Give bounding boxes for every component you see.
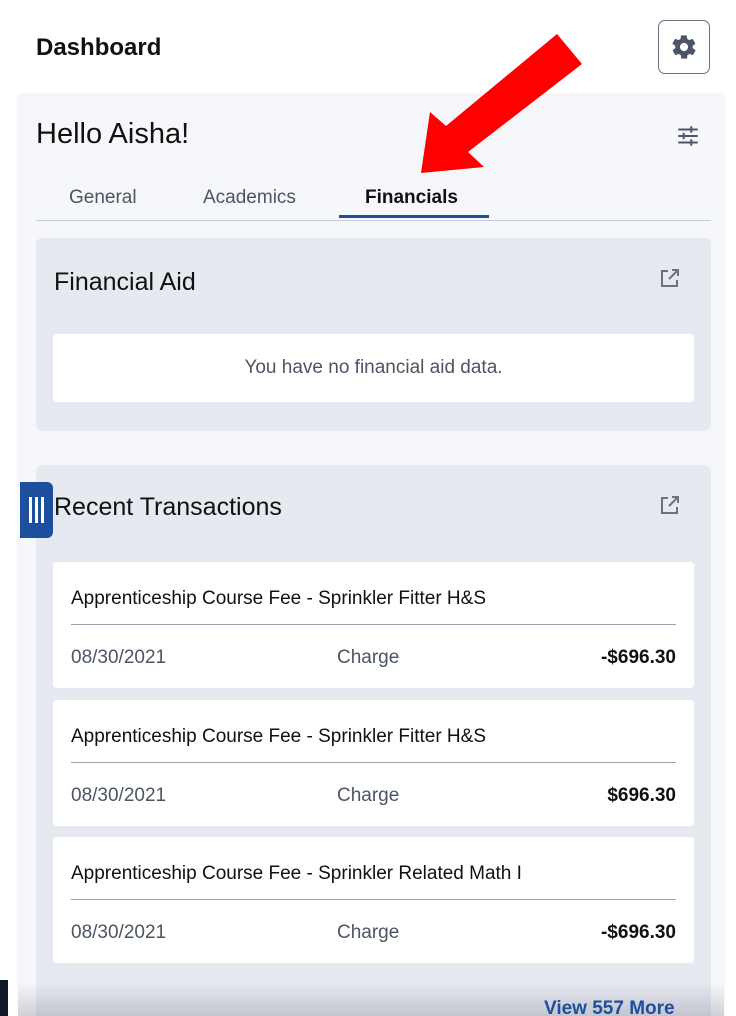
tab-financials[interactable]: Financials xyxy=(365,187,458,209)
top-bar: Dashboard xyxy=(0,0,736,96)
transaction-amount: $696.30 xyxy=(607,785,676,806)
grip-bar xyxy=(35,497,38,523)
transaction-type: Charge xyxy=(337,647,400,668)
app-window: Dashboard Hello Aisha! General Academics… xyxy=(0,0,736,1016)
transaction-type: Charge xyxy=(337,922,400,943)
grip-bar xyxy=(41,497,44,523)
tab-academics[interactable]: Academics xyxy=(203,187,296,209)
page-title: Dashboard xyxy=(36,34,162,61)
recent-transactions-card: Recent Transactions Apprenticeship Cours… xyxy=(36,465,711,1016)
financial-aid-empty-message: You have no financial aid data. xyxy=(53,334,694,402)
external-link-icon[interactable] xyxy=(658,266,682,290)
financial-aid-card: Financial Aid You have no financial aid … xyxy=(36,238,711,431)
transaction-row[interactable]: Apprenticeship Course Fee - Sprinkler Re… xyxy=(53,837,694,963)
transaction-date: 08/30/2021 xyxy=(71,785,167,806)
customize-button[interactable] xyxy=(674,122,702,150)
view-more-link[interactable]: View 557 More xyxy=(544,998,675,1016)
sliders-icon xyxy=(678,126,698,146)
divider xyxy=(71,624,676,625)
gear-icon xyxy=(672,35,696,59)
divider xyxy=(71,899,676,900)
financial-aid-title: Financial Aid xyxy=(54,268,196,296)
transaction-row[interactable]: Apprenticeship Course Fee - Sprinkler Fi… xyxy=(53,700,694,826)
transaction-type: Charge xyxy=(337,785,400,806)
tab-bar: General Academics Financials xyxy=(36,175,711,221)
transaction-description: Apprenticeship Course Fee - Sprinkler Fi… xyxy=(71,588,486,609)
drag-handle[interactable] xyxy=(20,482,53,538)
window-edge xyxy=(0,980,8,1016)
transaction-amount: -$696.30 xyxy=(600,647,676,668)
recent-transactions-title: Recent Transactions xyxy=(54,493,282,521)
divider xyxy=(71,762,676,763)
grip-bar xyxy=(29,497,32,523)
transaction-row[interactable]: Apprenticeship Course Fee - Sprinkler Fi… xyxy=(53,562,694,688)
transaction-description: Apprenticeship Course Fee - Sprinkler Fi… xyxy=(71,726,486,747)
settings-button[interactable] xyxy=(658,20,710,74)
active-tab-indicator xyxy=(339,215,489,218)
greeting: Hello Aisha! xyxy=(36,118,190,150)
transaction-amount: -$696.30 xyxy=(600,922,676,943)
transaction-date: 08/30/2021 xyxy=(71,647,167,668)
external-link-icon[interactable] xyxy=(658,493,682,517)
tab-general[interactable]: General xyxy=(69,187,137,209)
transaction-description: Apprenticeship Course Fee - Sprinkler Re… xyxy=(71,863,522,884)
transaction-date: 08/30/2021 xyxy=(71,922,167,943)
